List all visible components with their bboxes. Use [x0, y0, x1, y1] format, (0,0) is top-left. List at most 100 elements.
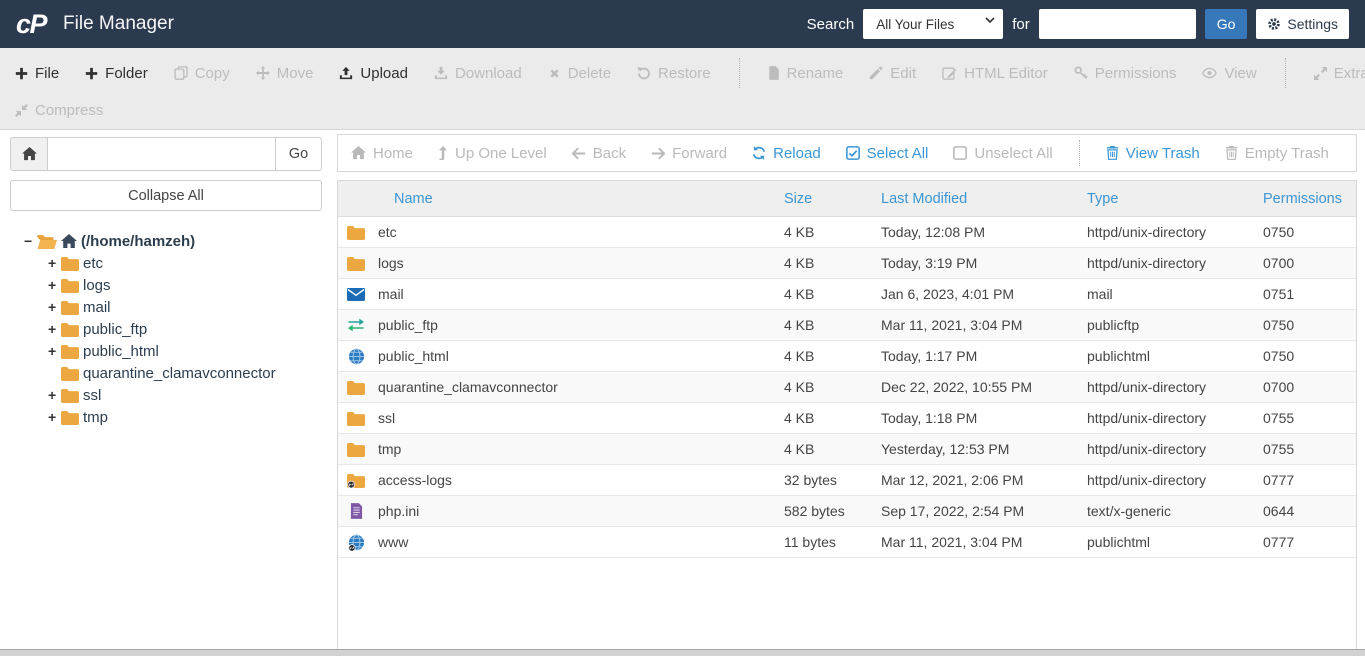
folder-icon: [61, 278, 79, 293]
table-row[interactable]: public_ftp 4 KB Mar 11, 2021, 3:04 PM pu…: [338, 310, 1356, 341]
file-modified: Sep 17, 2022, 2:54 PM: [881, 503, 1025, 519]
tree-item[interactable]: + tmp: [10, 406, 322, 428]
expand-toggle[interactable]: +: [48, 343, 61, 359]
table-row[interactable]: access-logs 32 bytes Mar 12, 2021, 2:06 …: [338, 465, 1356, 496]
settings-button[interactable]: Settings: [1256, 9, 1349, 39]
file-table: Name Size Last Modified Type Permissions…: [337, 180, 1357, 656]
toolbar-button[interactable]: Compress: [15, 102, 103, 119]
table-row[interactable]: public_html 4 KB Today, 1:17 PM publicht…: [338, 341, 1356, 372]
toolbar-button[interactable]: Copy: [174, 65, 230, 82]
file-permissions: 0644: [1263, 503, 1295, 519]
toolbar-button[interactable]: HTML Editor: [942, 65, 1048, 82]
column-header-name[interactable]: Name: [338, 191, 784, 207]
file-size: 4 KB: [784, 317, 815, 333]
expand-toggle[interactable]: +: [48, 409, 61, 425]
table-row[interactable]: php.ini 582 bytes Sep 17, 2022, 2:54 PM …: [338, 496, 1356, 527]
table-row[interactable]: www 11 bytes Mar 11, 2021, 3:04 PM publi…: [338, 527, 1356, 558]
tree-item[interactable]: + logs: [10, 274, 322, 296]
toolbar-button[interactable]: Rename: [768, 65, 843, 82]
tree-item[interactable]: + mail: [10, 296, 322, 318]
column-header-permissions[interactable]: Permissions: [1263, 191, 1356, 207]
file-size: 4 KB: [784, 410, 815, 426]
path-go-button[interactable]: Go: [276, 137, 322, 171]
nav-button[interactable]: Home: [351, 145, 413, 162]
file-name: access-logs: [378, 472, 452, 488]
expand-toggle[interactable]: −: [24, 233, 37, 249]
nav-button[interactable]: Unselect All: [953, 145, 1053, 162]
tree-item[interactable]: + public_ftp: [10, 318, 322, 340]
toolbar-button[interactable]: Edit: [869, 65, 916, 82]
expand-toggle[interactable]: +: [48, 321, 61, 337]
home-icon: [351, 146, 366, 160]
toolbar-button-label: Download: [454, 64, 522, 82]
arrow-left-icon: [571, 147, 586, 160]
folder-icon: [346, 225, 366, 240]
column-header-modified[interactable]: Last Modified: [881, 191, 1087, 207]
folder-icon: [61, 344, 79, 359]
path-input[interactable]: [48, 137, 276, 171]
table-row[interactable]: mail 4 KB Jan 6, 2023, 4:01 PM mail 0751: [338, 279, 1356, 310]
file-type: httpd/unix-directory: [1087, 441, 1207, 457]
search-go-button[interactable]: Go: [1204, 9, 1248, 39]
toolbar-button[interactable]: View: [1202, 65, 1257, 82]
table-row[interactable]: etc 4 KB Today, 12:08 PM httpd/unix-dire…: [338, 217, 1356, 248]
tree-item[interactable]: quarantine_clamavconnector: [10, 362, 322, 384]
nav-button[interactable]: Select All: [845, 145, 928, 162]
expand-toggle[interactable]: +: [48, 299, 61, 315]
expand-toggle[interactable]: +: [48, 255, 61, 271]
file-name: public_ftp: [378, 317, 438, 333]
toolbar-button-label: Copy: [194, 64, 230, 82]
toolbar-button-label: Extract: [1333, 64, 1365, 82]
file-modified: Today, 1:18 PM: [881, 410, 978, 426]
toolbar-button[interactable]: File: [15, 65, 59, 82]
file-type: publicftp: [1087, 317, 1140, 333]
toolbar-row-2: Compress: [15, 102, 1350, 119]
table-row[interactable]: quarantine_clamavconnector 4 KB Dec 22, …: [338, 372, 1356, 403]
folder-icon: [61, 366, 79, 381]
table-row[interactable]: logs 4 KB Today, 3:19 PM httpd/unix-dire…: [338, 248, 1356, 279]
file-name: tmp: [378, 441, 402, 457]
gear-icon: [1267, 17, 1281, 31]
toolbar-button[interactable]: Permissions: [1074, 64, 1177, 82]
file-permissions: 0700: [1263, 379, 1295, 395]
home-button[interactable]: [10, 137, 48, 171]
nav-button[interactable]: Back: [571, 145, 626, 162]
column-header-size[interactable]: Size: [784, 191, 881, 207]
collapse-all-button[interactable]: Collapse All: [10, 180, 322, 211]
toolbar-button-label: Move: [276, 64, 314, 82]
tree-item[interactable]: + ssl: [10, 384, 322, 406]
table-row[interactable]: ssl 4 KB Today, 1:18 PM httpd/unix-direc…: [338, 403, 1356, 434]
checkbox-empty-icon: [953, 146, 968, 160]
tree-item[interactable]: + etc: [10, 252, 322, 274]
nav-button[interactable]: Up One Level: [438, 145, 547, 162]
toolbar-button[interactable]: Delete: [548, 65, 611, 82]
search-scope-select[interactable]: All Your Files: [863, 9, 1004, 39]
tree-item-label: mail: [83, 298, 111, 316]
copy-icon: [174, 66, 188, 80]
toolbar-button[interactable]: Extract: [1313, 64, 1365, 82]
search-input[interactable]: [1038, 9, 1196, 39]
tree-item[interactable]: − (/home/hamzeh): [10, 230, 322, 252]
nav-button[interactable]: View Trash: [1106, 145, 1200, 162]
tree-item[interactable]: + public_html: [10, 340, 322, 362]
file-size: 4 KB: [784, 224, 815, 240]
expand-toggle[interactable]: +: [48, 277, 61, 293]
tree-item-label: tmp: [83, 408, 109, 426]
divider: [1078, 140, 1080, 166]
toolbar-button[interactable]: Restore: [637, 65, 711, 82]
file-modified: Jan 6, 2023, 4:01 PM: [881, 286, 1015, 302]
toolbar-button[interactable]: Folder: [85, 65, 148, 82]
nav-button[interactable]: Reload: [752, 145, 821, 162]
toolbar-button[interactable]: Download: [434, 65, 522, 82]
file-type: httpd/unix-directory: [1087, 472, 1207, 488]
nav-button[interactable]: Forward: [651, 145, 727, 162]
expand-toggle[interactable]: +: [48, 387, 61, 403]
search-scope-native-select[interactable]: All Your Files: [863, 9, 1004, 39]
toolbar-button-label: Permissions: [1094, 64, 1177, 82]
table-row[interactable]: tmp 4 KB Yesterday, 12:53 PM httpd/unix-…: [338, 434, 1356, 465]
nav-button[interactable]: Empty Trash: [1225, 145, 1329, 162]
toolbar-button[interactable]: Upload: [339, 65, 408, 82]
file-permissions: 0751: [1263, 286, 1295, 302]
toolbar-button[interactable]: Move: [255, 64, 314, 82]
column-header-type[interactable]: Type: [1087, 191, 1263, 207]
